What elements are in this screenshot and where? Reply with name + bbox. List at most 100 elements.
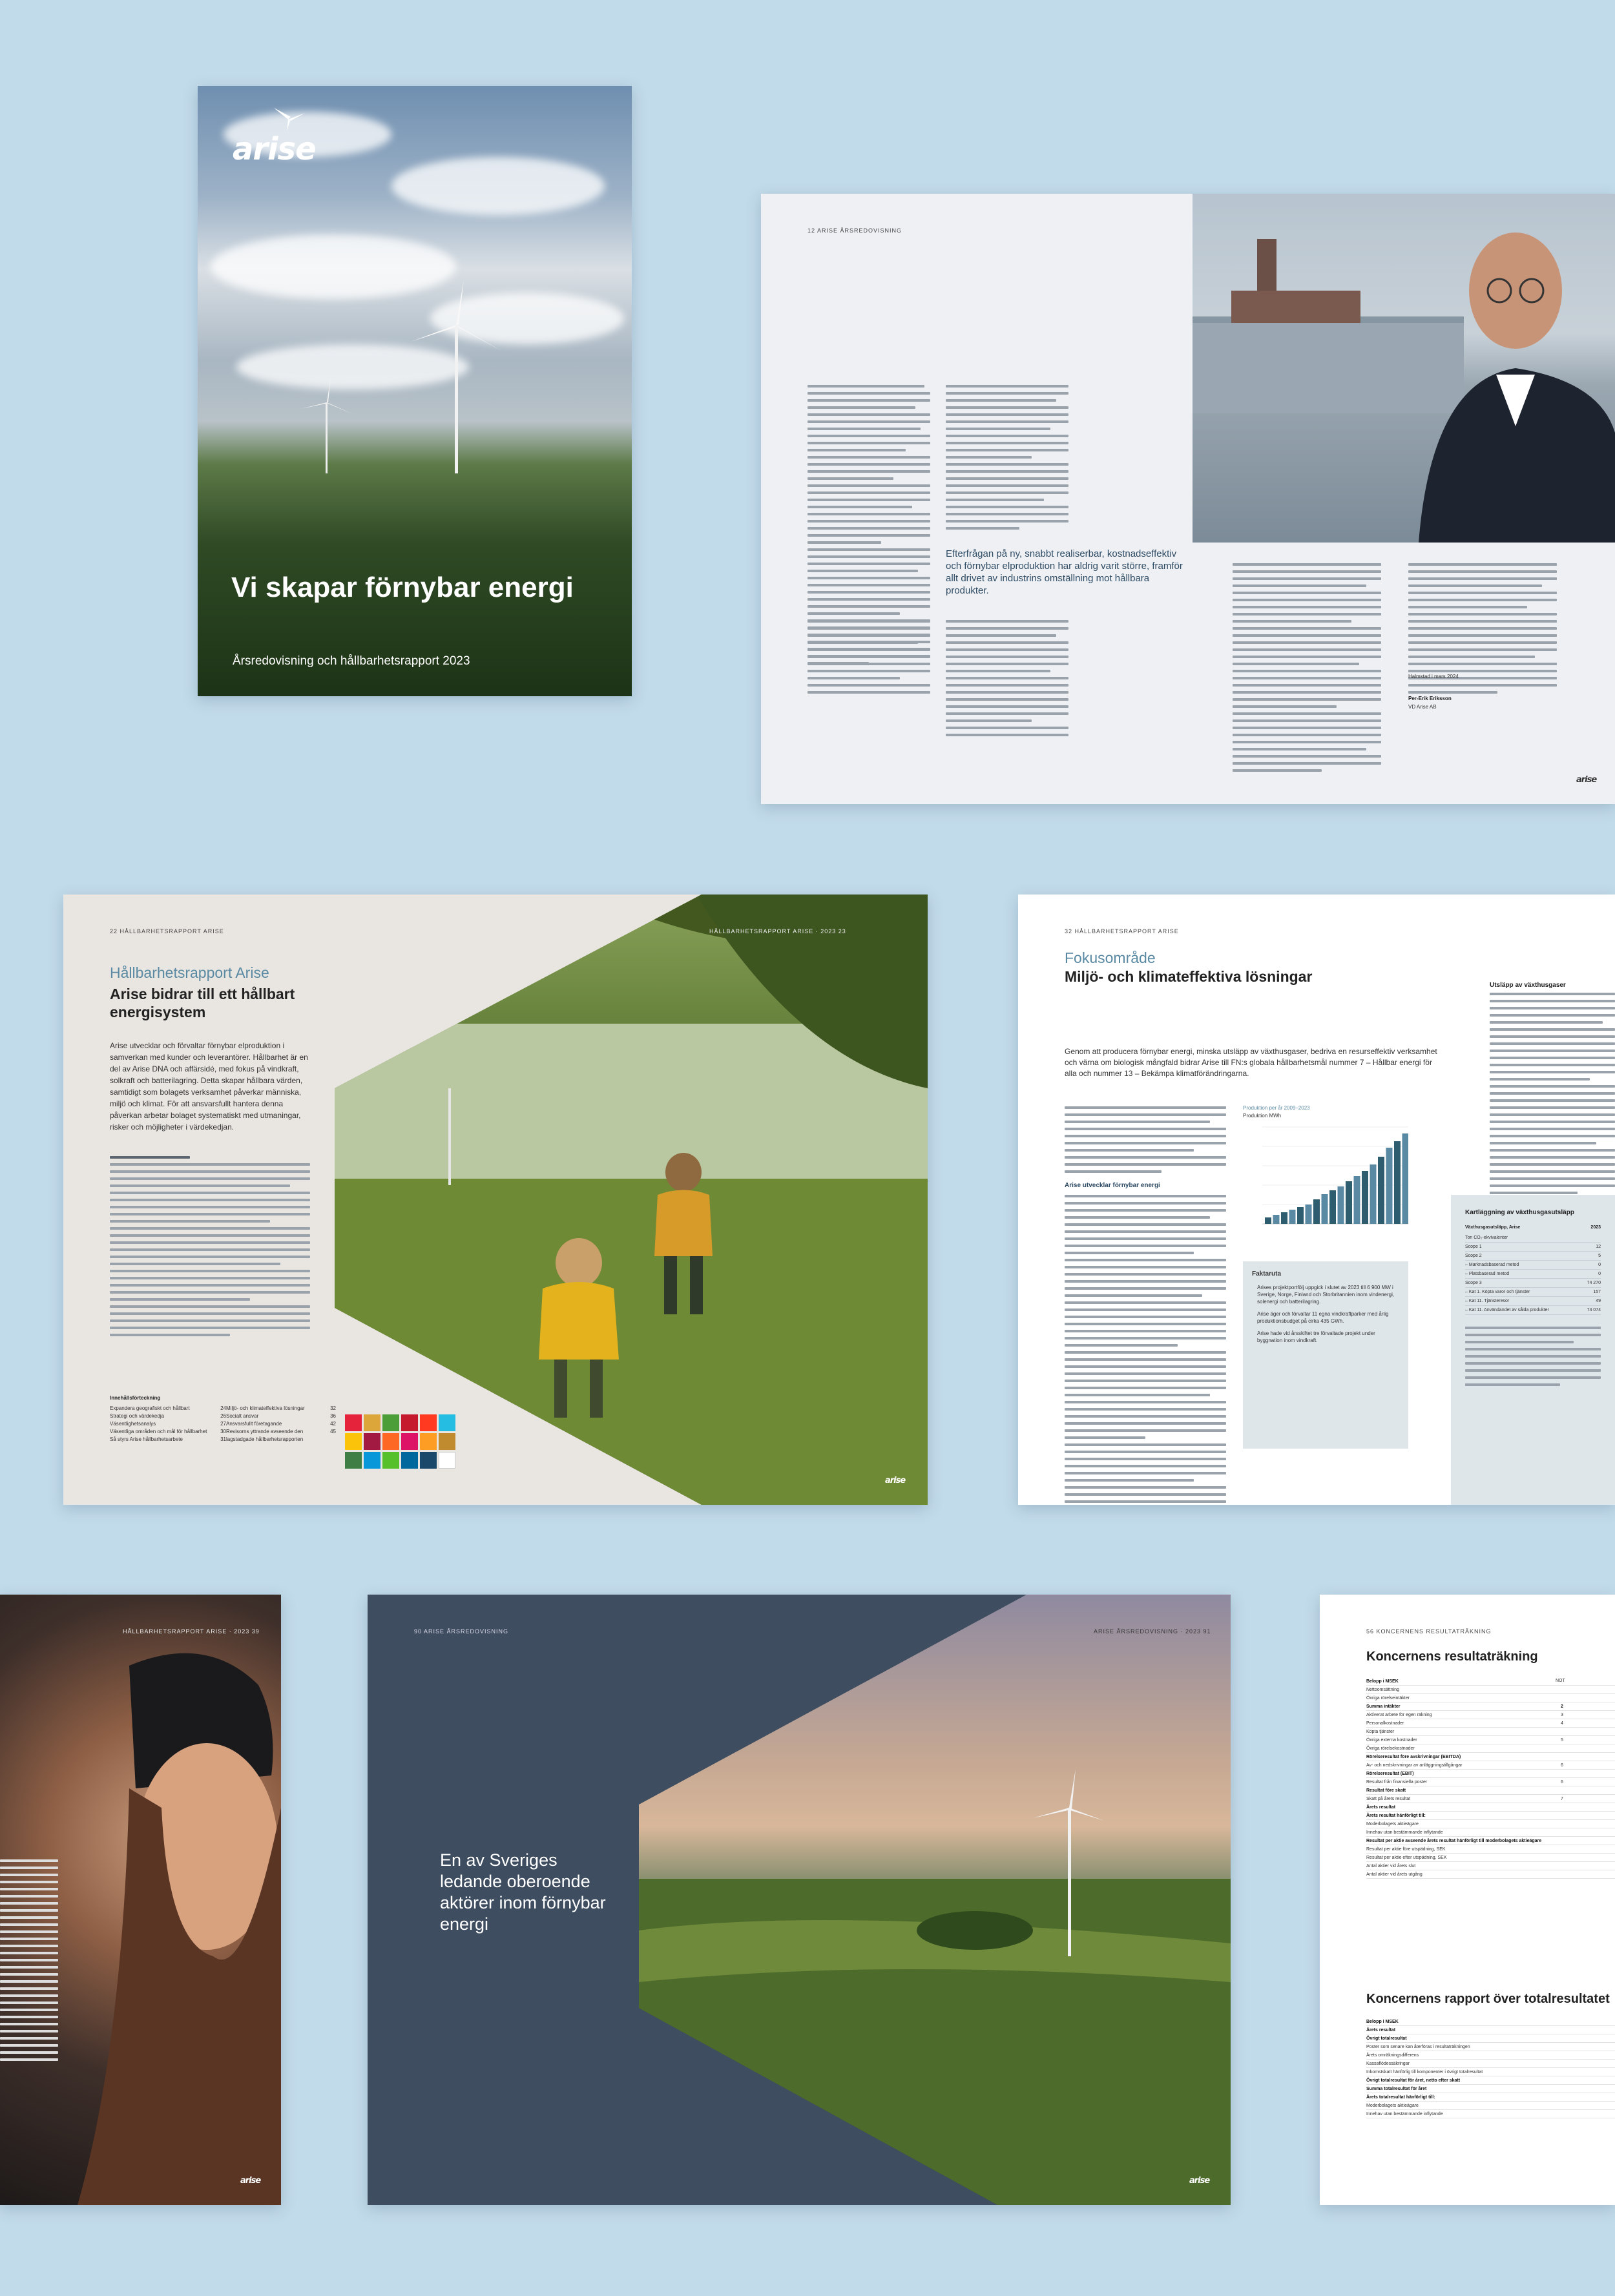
table-cell-label: – Platsbaserad metod xyxy=(1465,1272,1510,1276)
report-cover-page: arise Vi skapar förnybar energi Årsredov… xyxy=(198,86,632,696)
table-row: Årets resultat xyxy=(1366,1803,1615,1812)
table-cell-label: – Kat 11. Tjänsteresor xyxy=(1465,1299,1510,1303)
page-header: HÅLLBARHETSRAPPORT ARISE · 2023 39 xyxy=(123,1628,260,1635)
table-row: – Platsbaserad metod 0 xyxy=(1465,1270,1601,1279)
page-header-right: ARISE ÅRSREDOVISNING · 2023 91 xyxy=(1094,1628,1211,1635)
sdg-goal-icon xyxy=(382,1452,399,1469)
production-bar xyxy=(1289,1210,1296,1224)
table-cell-label: Årets resultat hänförligt till: xyxy=(1366,1814,1426,1818)
table-row: Rörelseresultat före avskrivningar (EBIT… xyxy=(1366,1753,1615,1761)
table-cell-value: 0 xyxy=(1598,1263,1601,1267)
page-title: Arise bidrar till ett hållbart energisys… xyxy=(110,986,295,1020)
page-header: 22 HÅLLBARHETSRAPPORT ARISE xyxy=(110,928,224,935)
children-in-meadow-image xyxy=(335,895,928,1505)
toc-item: Miljö- och klimateffektiva lösningar 32 xyxy=(226,1405,336,1412)
toc-item: Så styrs Arise hållbarhetsarbete 31 xyxy=(110,1436,226,1443)
table-row: Scope 3 74 270 xyxy=(1465,1279,1601,1288)
table-row: Antal aktier vid årets utgång xyxy=(1366,1870,1615,1879)
page-header: 12 ARISE ÅRSREDOVISNING xyxy=(808,227,902,234)
footer-logo: arise xyxy=(240,2176,261,2186)
table-cell-value: 0 xyxy=(1598,1272,1601,1276)
table-footnotes xyxy=(1465,1327,1601,1386)
toc-item-label: Miljö- och klimateffektiva lösningar xyxy=(226,1405,305,1411)
sdg-goal-icon xyxy=(439,1414,455,1431)
production-bar xyxy=(1329,1190,1336,1224)
toc-item-label: Ansvarsfullt företagande xyxy=(226,1421,282,1427)
children-walking-photo xyxy=(335,895,928,1505)
toc-item-page: 32 xyxy=(330,1405,336,1411)
text-column xyxy=(1065,1195,1226,1505)
arise-logo: arise xyxy=(233,131,317,167)
table-row: Aktiverat arbete för egen räkning 3 xyxy=(1366,1711,1615,1719)
table-cell-label: Resultat före skatt xyxy=(1366,1788,1406,1793)
wind-turbine-image xyxy=(301,377,353,473)
table-cell-label: Belopp i MSEK xyxy=(1366,1679,1399,1684)
table-cell-note: 7 xyxy=(1561,1797,1563,1801)
table-row: Rörelseresultat (EBIT) xyxy=(1366,1770,1615,1778)
text-column xyxy=(1233,563,1381,772)
table-cell-label: Poster som senare kan återföras i result… xyxy=(1366,2045,1470,2049)
income-statement-table: Belopp i MSEK Nettoomsättning Övriga rörel… xyxy=(1366,1677,1615,1879)
table-cell-label: Årets totalresultat hänförligt till: xyxy=(1366,2095,1435,2100)
ceo-portrait-photo xyxy=(1193,194,1615,543)
toc-item: Revisorns yttrande avseende den lagstadg… xyxy=(226,1428,336,1443)
table-cell-value: 49 xyxy=(1596,1299,1601,1303)
sdg-goal-icon xyxy=(439,1433,455,1450)
production-bar xyxy=(1402,1133,1408,1224)
sdg-goal-icon xyxy=(420,1414,437,1431)
sdg-goal-icon xyxy=(382,1414,399,1431)
ghg-table: Ton CO₂-ekvivalenter Scope 1 12 Scope 2 5 – M… xyxy=(1465,1234,1601,1315)
production-bar xyxy=(1346,1181,1352,1224)
toc-list: Expandera geografiskt och hållbart 24 Stra… xyxy=(110,1405,226,1443)
text-column xyxy=(1065,1106,1226,1173)
sdg-goal-icon xyxy=(382,1433,399,1450)
fact-item: Arise äger och förvaltar 11 egna vindkra… xyxy=(1257,1311,1389,1324)
table-row: Belopp i MSEK xyxy=(1366,1677,1615,1686)
table-title: Kartläggning av växthusgasutsläpp xyxy=(1465,1209,1574,1216)
production-bar xyxy=(1265,1217,1271,1224)
production-bar xyxy=(1362,1171,1368,1224)
table-row: Resultat från finansiella poster 6 xyxy=(1366,1778,1615,1786)
table-cell-note xyxy=(1556,1686,1568,1693)
table-cell-note xyxy=(1556,1828,1568,1836)
table-cell-note: 3 xyxy=(1561,1713,1563,1717)
text-column xyxy=(808,620,930,694)
table-cell-note xyxy=(1556,1770,1568,1777)
sdg-goal-icon xyxy=(364,1433,380,1450)
table-cell-label: Årets omräkningsdifferens xyxy=(1366,2053,1419,2058)
table-row: Resultat per aktie efter utspädning, SEK xyxy=(1366,1854,1615,1862)
portrait-photo-page: HÅLLBARHETSRAPPORT ARISE · 2023 39 arise xyxy=(0,1595,281,2205)
table-cell-label: Scope 2 xyxy=(1465,1254,1482,1258)
table-row: Summa totalresultat för året xyxy=(1366,2085,1615,2093)
table-cell-label: Antal aktier vid årets slut xyxy=(1366,1864,1416,1868)
table-cell-note xyxy=(1556,1812,1568,1819)
signature-name: Per-Erik Eriksson xyxy=(1408,696,1452,701)
sdg-goal-icon xyxy=(439,1452,455,1469)
table-cell-label: Övrigt totalresultat för året, netto eft… xyxy=(1366,2078,1461,2083)
table-cell-label: Personalkostnader xyxy=(1366,1721,1404,1726)
sdg-goal-icon xyxy=(345,1452,362,1469)
facts-box: Faktaruta Arises projektportfölj uppgick… xyxy=(1243,1261,1408,1449)
table-row: Resultat per aktie avseende årets result… xyxy=(1366,1837,1615,1845)
table-row: Innehav utan bestämmande inflytande xyxy=(1366,2110,1615,2118)
table-row: Skatt på årets resultat 7 xyxy=(1366,1795,1615,1803)
subheading: Arise utvecklar förnybar energi xyxy=(1065,1182,1160,1189)
table-row: Scope 2 5 xyxy=(1465,1252,1601,1261)
table-row: Innehav utan bestämmande inflytande xyxy=(1366,1828,1615,1837)
table-cell-note xyxy=(1556,1694,1568,1702)
toc-item-label: Socialt ansvar xyxy=(226,1413,259,1419)
table-cell-label: Scope 1 xyxy=(1465,1245,1482,1249)
table-cell-note: 6 xyxy=(1561,1763,1563,1768)
table-row: Årets totalresultat hänförligt till: xyxy=(1366,2093,1615,2102)
table-row: – Kat 11. Tjänsteresor 49 xyxy=(1465,1297,1601,1306)
footer-logo: arise xyxy=(885,1476,906,1485)
table-cell-label: Övriga rörelsekostnader xyxy=(1366,1746,1415,1751)
table-subtitle: Växthusgasutsläpp, Arise xyxy=(1465,1225,1521,1230)
toc-item-page: 27 xyxy=(220,1421,226,1427)
table-row: – Marknadsbaserad metod 0 xyxy=(1465,1261,1601,1270)
income-statement-page: 56 KONCERNENS RESULTATRÄKNING Koncernens… xyxy=(1320,1595,1615,2205)
table-cell-label: Innehav utan bestämmande inflytande xyxy=(1366,2112,1443,2116)
pull-quote: Efterfrågan på ny, snabbt realiserbar, k… xyxy=(946,548,1183,596)
table-row: Ton CO₂-ekvivalenter xyxy=(1465,1234,1601,1243)
production-bar xyxy=(1394,1141,1401,1224)
